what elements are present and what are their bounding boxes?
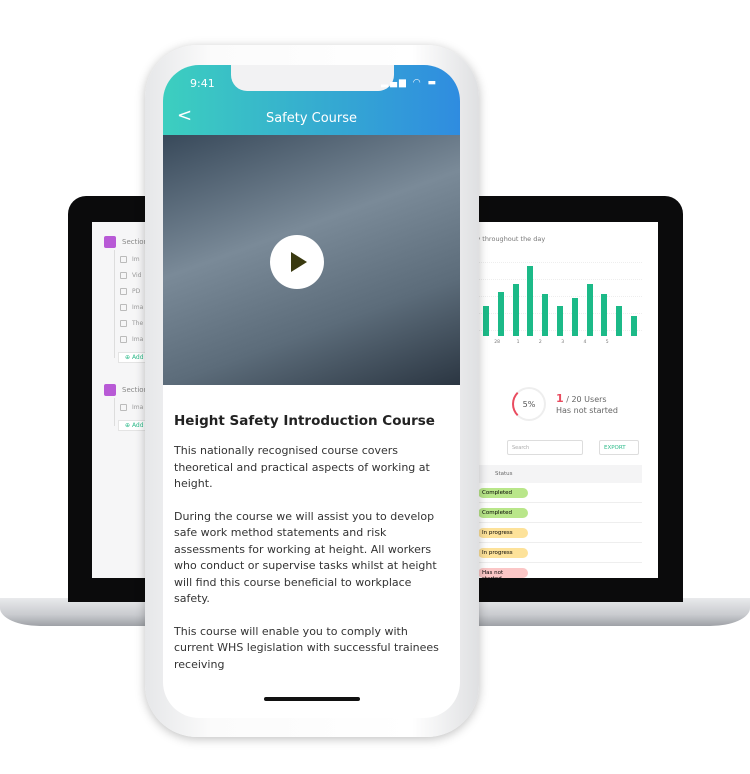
chart-bar — [497, 291, 504, 336]
chart-title: ity throughout the day — [472, 235, 546, 243]
image-icon — [120, 288, 127, 295]
status-badge: In progress — [478, 548, 528, 558]
page-title: Safety Course — [265, 111, 358, 126]
export-button[interactable]: EXPORT — [599, 440, 639, 455]
status-badge: Completed — [478, 488, 528, 498]
image-icon — [120, 320, 127, 327]
section-header[interactable]: Section — [104, 384, 148, 396]
lesson-item[interactable]: PD — [120, 288, 140, 295]
count: 1 — [556, 391, 564, 405]
course-title: Height Safety Introduction Course — [174, 413, 435, 429]
lesson-item[interactable]: The — [120, 320, 143, 327]
progress-ring: 5% — [512, 387, 546, 421]
image-icon — [120, 256, 127, 263]
chart-bar — [527, 266, 534, 336]
x-tick-label: 28 — [494, 340, 501, 345]
paragraph: This nationally recognised course covers… — [174, 444, 430, 490]
phone: 9:41 ▂▄▆ ◠ ▬ < Safety Course Height Safe… — [145, 45, 479, 737]
table-row[interactable]: In progress — [472, 543, 642, 563]
activity-chart — [472, 262, 642, 336]
image-icon — [120, 304, 127, 311]
x-tick-label: 1 — [516, 340, 520, 345]
not-started-stat: 5% 1 / 20 Users Has not started — [512, 387, 618, 421]
course-description: Height Safety Introduction Course This n… — [163, 385, 460, 673]
app-header: 9:41 ▂▄▆ ◠ ▬ < Safety Course — [163, 65, 460, 135]
chart-bar — [586, 284, 593, 336]
search-input[interactable]: Search — [507, 440, 583, 455]
phone-screen: 9:41 ▂▄▆ ◠ ▬ < Safety Course Height Safe… — [163, 65, 460, 718]
chart-bar — [571, 298, 578, 336]
chart-bar — [557, 306, 563, 336]
phone-notch — [231, 65, 394, 91]
status-badge: Completed — [478, 508, 528, 518]
image-icon — [120, 336, 127, 343]
section-icon — [104, 236, 116, 248]
x-tick-label: 3 — [561, 340, 565, 345]
play-icon[interactable] — [270, 235, 324, 289]
lesson-item[interactable]: Ima — [120, 304, 143, 311]
table-row[interactable]: In progress — [472, 523, 642, 543]
status-badge: Has not started — [478, 568, 528, 578]
signal-wifi-battery-icon: ▂▄▆ ◠ ▬ — [381, 78, 438, 88]
paragraph: During the course we will assist you to … — [174, 509, 437, 606]
table-row[interactable]: Has not started — [472, 563, 642, 578]
lesson-item[interactable]: Vid — [120, 272, 141, 279]
gridline — [472, 262, 642, 263]
chart-bar — [616, 306, 623, 336]
section-header[interactable]: Section — [104, 236, 148, 248]
image-icon — [120, 404, 127, 411]
dashboard: ity throughout the day 72812345 5% 1 / 2… — [472, 222, 658, 578]
x-tick-label: 4 — [583, 340, 587, 345]
paragraph: This course will enable you to comply wi… — [174, 624, 439, 671]
status-time: 9:41 — [190, 77, 215, 90]
section-icon — [104, 384, 116, 396]
status-label: Has not started — [556, 405, 618, 415]
status-badge: In progress — [478, 528, 528, 538]
chart-bar — [512, 284, 519, 336]
chart-bar — [542, 294, 549, 336]
chart-bar — [601, 294, 608, 336]
image-icon — [120, 272, 127, 279]
x-tick-label: 5 — [605, 340, 609, 345]
tree-line — [114, 398, 115, 426]
total: / 20 Users — [566, 394, 607, 404]
chart-bar — [631, 316, 637, 336]
lesson-item[interactable]: Im — [120, 256, 140, 263]
chart-bar — [483, 306, 489, 336]
gridline — [472, 279, 642, 280]
tree-line — [114, 250, 115, 358]
home-indicator[interactable] — [264, 697, 360, 701]
lesson-item[interactable]: Ima — [120, 404, 143, 411]
table-row[interactable]: Completed — [472, 503, 642, 523]
course-video[interactable] — [163, 135, 460, 385]
table-header: Status — [472, 465, 642, 483]
table-row[interactable]: Completed — [472, 483, 642, 503]
lesson-item[interactable]: Ima — [120, 336, 143, 343]
x-tick-label: 2 — [538, 340, 542, 345]
